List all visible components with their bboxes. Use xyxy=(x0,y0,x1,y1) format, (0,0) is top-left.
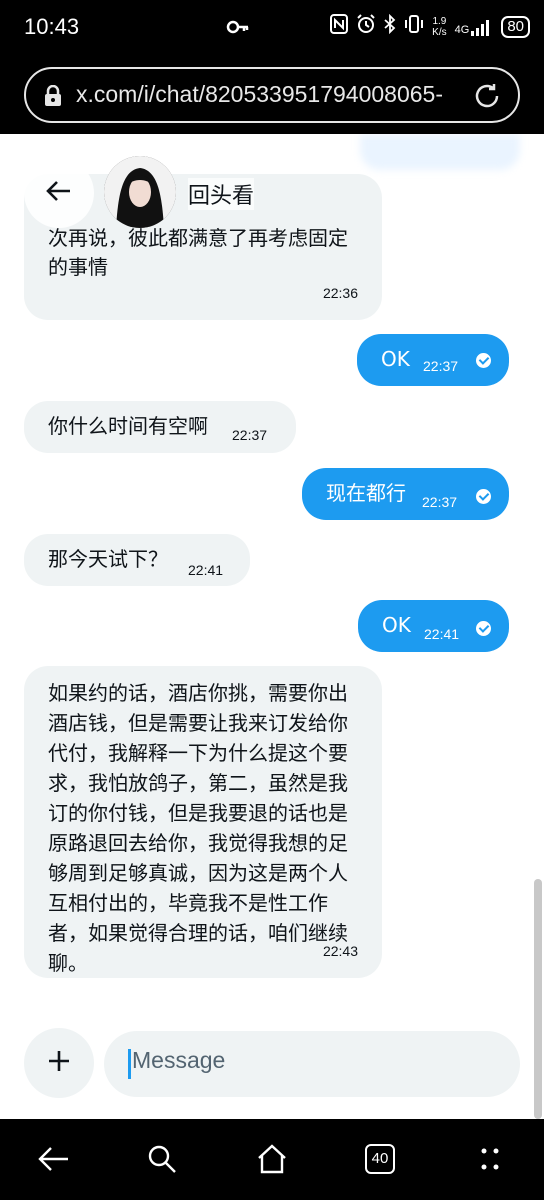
message-time: 22:41 xyxy=(188,562,224,578)
add-attachment-button[interactable] xyxy=(24,1028,94,1098)
message-bubble-incoming[interactable]: 你什么时间有空啊 22:37 xyxy=(24,401,296,453)
more-icon xyxy=(481,1148,499,1170)
status-bar: 10:43 1.9 K/s 4G 80 xyxy=(0,0,544,56)
net-speed-unit: K/s xyxy=(432,26,447,38)
nav-search-button[interactable] xyxy=(142,1139,182,1179)
message-input[interactable]: Message xyxy=(104,1031,520,1097)
network-type: 4G xyxy=(454,23,470,36)
vibrate-icon xyxy=(404,14,424,39)
message-bubble-outgoing[interactable]: OK 22:41 xyxy=(358,600,509,652)
message-text: 现在都行 xyxy=(326,481,406,505)
search-icon xyxy=(148,1145,176,1173)
nfc-icon xyxy=(330,14,349,39)
nav-menu-button[interactable] xyxy=(470,1139,510,1179)
browser-toolbar: x.com/i/chat/820533951794008065- xyxy=(0,56,544,134)
message-time: 22:41 xyxy=(424,626,460,642)
contact-avatar[interactable] xyxy=(104,156,176,228)
signal-icon: 4G xyxy=(455,18,494,36)
read-receipt-icon xyxy=(476,353,491,368)
alarm-icon xyxy=(356,14,376,39)
message-time: 22:36 xyxy=(322,285,358,301)
message-text: 那今天试下？ xyxy=(48,547,168,571)
scrolled-content-fade xyxy=(360,134,520,170)
read-receipt-icon xyxy=(476,621,491,636)
nav-back-button[interactable] xyxy=(34,1139,74,1179)
battery-indicator: 80 xyxy=(501,15,530,38)
back-arrow-icon xyxy=(38,1147,68,1171)
bluetooth-icon xyxy=(384,13,396,39)
message-bubble-incoming[interactable]: 如果约的话，酒店你挑，需要你出酒店钱，但是需要让我来订发给你代付，我解释一下为什… xyxy=(24,666,382,978)
net-speed-value: 1.9 xyxy=(432,15,447,27)
message-text: 如果约的话，酒店你挑，需要你出酒店钱，但是需要让我来订发给你代付，我解释一下为什… xyxy=(48,681,348,975)
address-bar[interactable]: x.com/i/chat/820533951794008065- xyxy=(24,67,520,123)
chat-area: ...提...，我也比较直接，你什么时候有时间的话，可以先去酒店做一次再说，彼此… xyxy=(0,134,544,1119)
message-time: 22:37 xyxy=(422,494,458,510)
message-bubble-incoming[interactable]: 那今天试下？ 22:41 xyxy=(24,534,250,586)
reload-icon[interactable] xyxy=(472,81,502,115)
message-text: OK xyxy=(382,613,411,637)
nav-tabs-button[interactable]: 40 xyxy=(360,1139,400,1179)
message-bubble-outgoing[interactable]: OK 22:37 xyxy=(357,334,509,386)
url-text[interactable]: x.com/i/chat/820533951794008065- xyxy=(76,81,456,108)
message-text: 你什么时间有空啊 xyxy=(48,414,208,438)
lock-icon[interactable] xyxy=(44,84,62,111)
message-text: ...提...，我也比较直接，你什么时候有时间的话，可以先去酒店做一次再说，彼此… xyxy=(48,226,348,279)
text-cursor xyxy=(128,1049,131,1079)
browser-nav-bar: 40 xyxy=(0,1119,544,1200)
net-speed: 1.9 K/s xyxy=(432,16,446,38)
home-icon xyxy=(258,1144,286,1174)
message-bubble-outgoing[interactable]: 现在都行 22:37 xyxy=(302,468,509,520)
tabs-count: 40 xyxy=(365,1144,395,1174)
nav-home-button[interactable] xyxy=(252,1139,292,1179)
scrollbar[interactable] xyxy=(534,879,542,1119)
status-time: 10:43 xyxy=(24,14,80,39)
message-placeholder: Message xyxy=(132,1047,226,1073)
message-time: 22:37 xyxy=(423,358,459,374)
message-time: 22:43 xyxy=(322,943,358,959)
message-time: 22:37 xyxy=(232,427,268,443)
back-button[interactable] xyxy=(24,158,94,228)
read-receipt-icon xyxy=(476,489,491,504)
plus-icon xyxy=(47,1049,71,1077)
contact-name[interactable]: 回头看 xyxy=(188,178,255,210)
message-text: OK xyxy=(381,347,410,371)
arrow-left-icon xyxy=(46,180,72,206)
vpn-key-icon xyxy=(226,16,250,42)
